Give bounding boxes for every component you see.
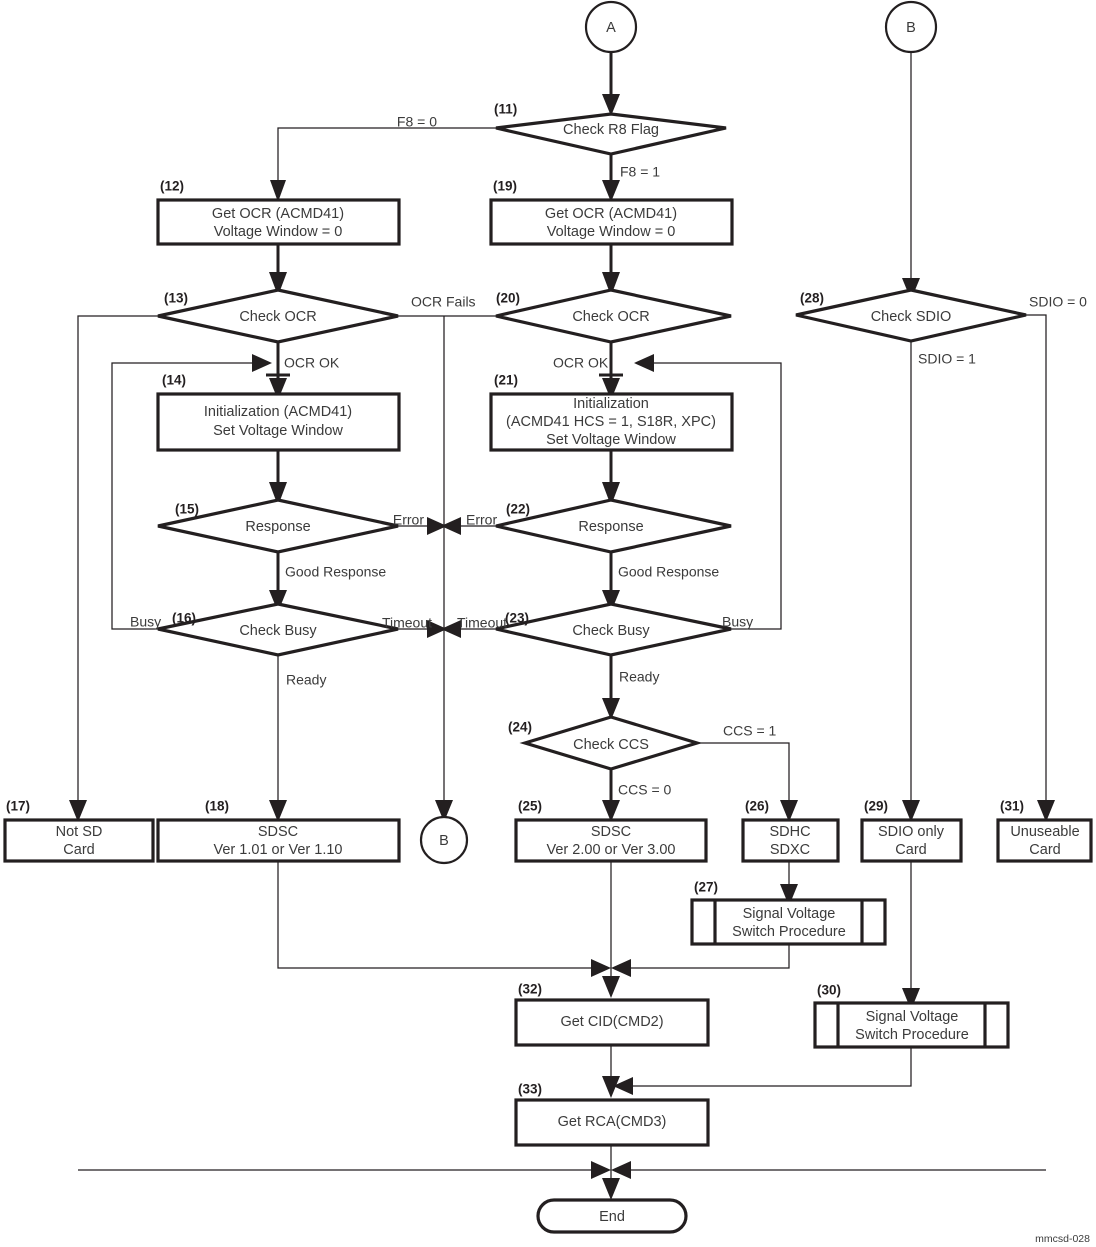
node-19-line2: Voltage Window = 0: [547, 224, 676, 240]
node-25-tag: (25): [518, 799, 542, 814]
terminator-end-label: End: [599, 1209, 625, 1225]
connector-a: A: [584, 0, 638, 54]
node-22-label: Response: [578, 519, 643, 535]
node-13-label: Check OCR: [239, 309, 316, 325]
node-22-tag: (22): [506, 502, 530, 517]
edge-label-good-response-left: Good Response: [285, 564, 386, 580]
node-26-tag: (26): [745, 799, 769, 814]
node-15-tag: (15): [175, 502, 199, 517]
node-32-line1: Get CID(CMD2): [560, 1014, 663, 1030]
node-18-line1: SDSC: [258, 824, 298, 840]
node-30-line1: Signal Voltage: [866, 1009, 959, 1025]
node-12-line2: Voltage Window = 0: [214, 224, 343, 240]
node-30-tag: (30): [817, 983, 841, 998]
node-26-line2: SDXC: [770, 842, 810, 858]
node-21-line2: (ACMD41 HCS = 1, S18R, XPC): [506, 414, 716, 430]
node-17-tag: (17): [6, 799, 30, 814]
node-14-line2: Set Voltage Window: [213, 423, 343, 439]
terminator-end: End: [536, 1198, 688, 1234]
connector-b-out: B: [419, 815, 469, 865]
node-30-line2: Switch Procedure: [855, 1027, 969, 1043]
edge-label-error-right: Error: [466, 512, 497, 528]
node-14-tag: (14): [162, 373, 186, 388]
node-21-tag: (21): [494, 373, 518, 388]
node-19-tag: (19): [493, 179, 517, 194]
edge-label-timeout-right: Timeout: [457, 615, 507, 631]
node-11-label: Check R8 Flag: [563, 122, 659, 138]
edge-label-ready-right: Ready: [619, 669, 659, 685]
node-11-tag: (11): [494, 102, 517, 117]
edge-label-ocr-ok-right: OCR OK: [553, 355, 609, 371]
connector-b-in-label: B: [906, 20, 916, 36]
edge-label-ocr-ok-left: OCR OK: [284, 355, 340, 371]
node-26-line1: SDHC: [769, 824, 810, 840]
node-31-line2: Card: [1029, 842, 1060, 858]
edge-label-busy-left: Busy: [130, 614, 161, 630]
node-33-tag: (33): [518, 1082, 542, 1097]
node-33-line1: Get RCA(CMD3): [558, 1114, 667, 1130]
edge-label-error-left: Error: [393, 512, 424, 528]
node-24-label: Check CCS: [573, 737, 649, 753]
node-25-line2: Ver 2.00 or Ver 3.00: [547, 842, 676, 858]
node-20-label: Check OCR: [572, 309, 649, 325]
node-27-line1: Signal Voltage: [743, 906, 836, 922]
node-16-tag: (16): [172, 611, 196, 626]
node-18-tag: (18): [205, 799, 229, 814]
node-32-tag: (32): [518, 982, 542, 997]
node-14-line1: Initialization (ACMD41): [204, 404, 352, 420]
connector-b-out-label: B: [439, 833, 449, 849]
node-12-line1: Get OCR (ACMD41): [212, 206, 344, 222]
edge-label-busy-right: Busy: [722, 614, 753, 630]
node-15-label: Response: [245, 519, 310, 535]
node-31-tag: (31): [1000, 799, 1024, 814]
edge-label-sdio-1: SDIO = 1: [918, 351, 976, 367]
node-27-line2: Switch Procedure: [732, 924, 846, 940]
connector-b-in: B: [884, 0, 938, 54]
node-17-line2: Card: [63, 842, 94, 858]
edge-label-timeout-left: Timeout: [382, 615, 432, 631]
node-18-line2: Ver 1.01 or Ver 1.10: [214, 842, 343, 858]
node-21-line3: Set Voltage Window: [546, 432, 676, 448]
edge-label-f8-1: F8 = 1: [620, 164, 660, 180]
node-29-line2: Card: [895, 842, 926, 858]
node-12-tag: (12): [160, 179, 184, 194]
node-29-tag: (29): [864, 799, 888, 814]
edge-label-ccs-1: CCS = 1: [723, 723, 777, 739]
node-28-tag: (28): [800, 291, 824, 306]
node-27-tag: (27): [694, 880, 718, 895]
node-24-tag: (24): [508, 720, 532, 735]
node-20-tag: (20): [496, 291, 520, 306]
node-21-line1: Initialization: [573, 396, 649, 412]
edge-label-ccs-0: CCS = 0: [618, 782, 672, 798]
node-23-label: Check Busy: [572, 623, 650, 639]
node-31-line1: Unuseable: [1010, 824, 1079, 840]
footer-source-label: mmcsd-028: [1035, 1233, 1090, 1245]
node-16-label: Check Busy: [239, 623, 317, 639]
node-13-tag: (13): [164, 291, 188, 306]
edge-label-sdio-0: SDIO = 0: [1029, 294, 1087, 310]
edge-label-ready-left: Ready: [286, 672, 326, 688]
node-28-label: Check SDIO: [871, 309, 952, 325]
connector-a-label: A: [606, 20, 616, 36]
flowchart-canvas: A B Check R8 Flag (11) Get OCR (ACMD41) …: [0, 0, 1096, 1247]
node-25-line1: SDSC: [591, 824, 631, 840]
edge-label-ocr-fails: OCR Fails: [411, 294, 476, 310]
node-23-tag: (23): [505, 611, 529, 626]
node-19-line1: Get OCR (ACMD41): [545, 206, 677, 222]
edge-label-f8-0: F8 = 0: [397, 114, 437, 130]
node-17-line1: Not SD: [56, 824, 103, 840]
node-29-line1: SDIO only: [878, 824, 945, 840]
edge-label-good-response-right: Good Response: [618, 564, 719, 580]
